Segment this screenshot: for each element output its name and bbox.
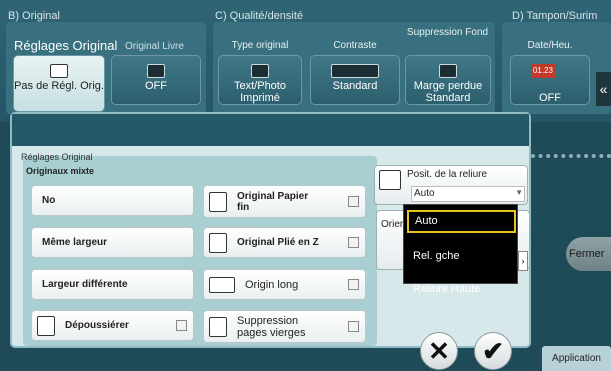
scroll-left-icon[interactable]: «	[596, 72, 611, 106]
posit-reliure-value: Auto	[411, 186, 525, 202]
pas-de-regl-orig-button[interactable]: Pas de Régl. Orig.	[13, 55, 105, 112]
original-papier-fin-button[interactable]: Original Papier fin	[203, 185, 366, 218]
reliure-dropdown: Auto Rel. gche Reliure Haute ›	[403, 204, 528, 295]
type-original-value: Text/Photo Imprimé	[234, 80, 286, 104]
depoussierer-label: Dépoussiérer	[65, 320, 129, 331]
contraste-value: Standard	[332, 80, 378, 92]
contrast-scale-icon	[331, 64, 379, 78]
section-original-label: B) Original	[8, 10, 60, 22]
original-livre-label: Original Livre	[125, 41, 184, 52]
no-button[interactable]: No	[31, 185, 194, 216]
dropdown-scroll-arrow[interactable]: ›	[518, 251, 528, 271]
orientation-label: Orien	[381, 219, 406, 230]
papier-fin-label: Original Papier fin	[237, 190, 309, 213]
position-reliure-select[interactable]: Posit. de la reliure Auto ▼	[374, 165, 528, 205]
type-original-label: Type original	[231, 40, 289, 51]
suppression-pages-label: Suppression pages vierges	[237, 314, 306, 339]
binding-position-icon	[379, 170, 401, 190]
origin-long-label: Origin long	[245, 278, 299, 291]
suppression-pages-checkbox[interactable]	[348, 320, 359, 332]
z-fold-icon	[209, 232, 227, 253]
depoussierer-button[interactable]: Dépoussiérer	[31, 310, 194, 341]
date-heure-button[interactable]: 01.23 OFF	[510, 55, 590, 105]
meme-largeur-button[interactable]: Même largeur	[31, 227, 194, 258]
largeur-differente-label: Largeur différente	[42, 279, 128, 290]
date-heure-off: OFF	[539, 92, 561, 104]
origin-long-checkbox[interactable]	[348, 278, 359, 290]
dust-a-icon	[37, 315, 55, 336]
dropdown-option-auto[interactable]: Auto	[407, 210, 516, 233]
posit-reliure-label: Posit. de la reliure	[407, 169, 488, 180]
dialog-header-bar	[12, 114, 529, 146]
original-plie-z-button[interactable]: Original Plié en Z	[203, 227, 366, 258]
panel-title: Réglages Original	[21, 152, 93, 162]
origin-long-button[interactable]: Origin long	[203, 269, 366, 300]
meme-largeur-label: Même largeur	[42, 237, 108, 248]
dropdown-option-rel-gche[interactable]: Rel. gche	[407, 245, 516, 268]
dashed-separator	[531, 150, 611, 162]
off-label: OFF	[145, 80, 167, 92]
reglages-original-title: Réglages Original	[14, 38, 118, 53]
cancel-x-icon[interactable]: ✕	[420, 332, 458, 370]
chevron-down-icon: ▼	[515, 188, 523, 197]
blank-page-icon	[209, 316, 227, 337]
contraste-label: Contraste	[333, 40, 377, 51]
dropdown-option-reliure-haute[interactable]: Reliure Haute	[407, 278, 516, 298]
date-time-icon: 01.23	[531, 64, 555, 78]
date-heure-label: Date/Heu.	[527, 40, 573, 51]
plie-z-label: Original Plié en Z	[237, 237, 319, 248]
long-original-icon	[209, 276, 235, 293]
book-icon	[147, 64, 165, 78]
original-livre-button[interactable]: OFF	[111, 55, 201, 105]
check-ok-icon[interactable]: ✔	[474, 332, 512, 370]
panel-subtitle: Originaux mixte	[26, 166, 95, 176]
largeur-differente-button[interactable]: Largeur différente	[31, 269, 194, 300]
no-label: No	[42, 195, 56, 206]
papier-fin-checkbox[interactable]	[348, 195, 359, 207]
background-removal-icon	[439, 64, 457, 78]
suppression-pages-button[interactable]: Suppression pages vierges	[203, 310, 366, 343]
section-qualite-label: C) Qualité/densité	[215, 10, 304, 22]
plie-z-checkbox[interactable]	[348, 236, 359, 248]
section-tampon-label: D) Tampon/Surim	[512, 10, 598, 22]
fermer-button[interactable]: Fermer	[566, 237, 611, 271]
thin-paper-icon	[209, 191, 227, 212]
depoussierer-checkbox[interactable]	[176, 319, 187, 331]
suppression-fond-button[interactable]: Marge perdue Standard	[405, 55, 491, 105]
document-a-icon	[50, 64, 68, 78]
pas-de-regl-label: Pas de Régl. Orig.	[14, 80, 104, 92]
text-photo-icon	[251, 64, 269, 78]
suppression-fond-label: Suppression Fond	[406, 27, 489, 38]
application-tab[interactable]: Application	[542, 346, 611, 371]
contraste-button[interactable]: Standard	[310, 55, 400, 105]
type-original-button[interactable]: Text/Photo Imprimé	[218, 55, 302, 105]
suppression-fond-value: Marge perdue Standard	[413, 80, 483, 104]
